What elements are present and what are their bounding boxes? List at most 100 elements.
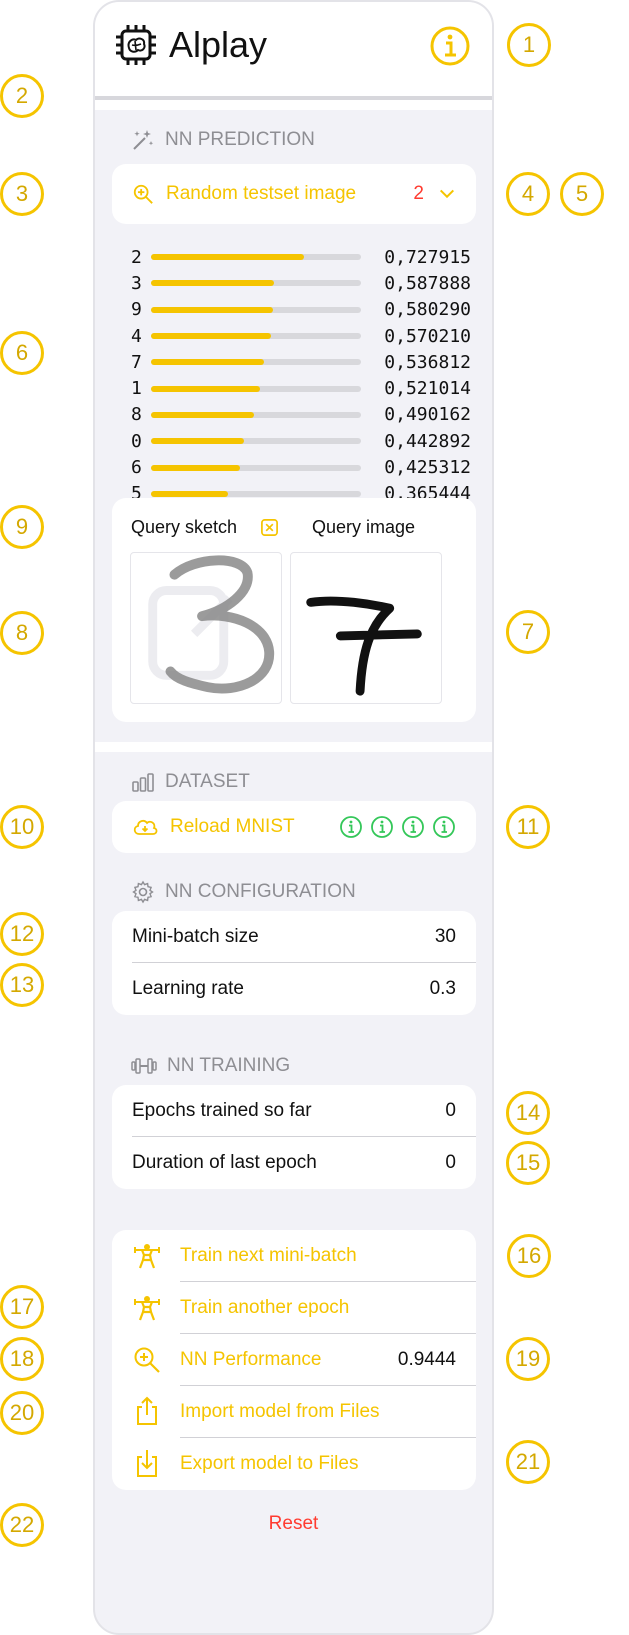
learning-rate-value: 0.3 [429, 978, 456, 999]
weightlifter-icon [134, 1296, 160, 1321]
reload-mnist-button[interactable]: Reload MNIST [112, 801, 476, 853]
learning-rate-row[interactable]: Learning rate 0.3 [112, 963, 476, 1015]
info-icon[interactable] [429, 25, 471, 67]
prediction-bar [151, 254, 361, 261]
info-icon[interactable] [339, 815, 363, 839]
duration-value: 0 [445, 1152, 456, 1173]
callout-13: 13 [0, 963, 44, 1007]
chevron-down-icon[interactable] [438, 185, 456, 203]
prediction-digit: 3 [131, 272, 142, 294]
random-testset-label[interactable]: Random testset image [166, 183, 356, 205]
prediction-row: 3 0,587888 [131, 270, 471, 296]
prediction-score: 0,570210 [384, 325, 471, 347]
prediction-bar [151, 490, 361, 497]
callout-9: 9 [0, 505, 44, 549]
testset-image-selector[interactable]: Random testset image 2 [112, 164, 476, 224]
train-epoch-button[interactable]: Train another epoch [112, 1282, 476, 1334]
callout-22: 22 [0, 1503, 44, 1547]
prediction-row: 8 0,490162 [131, 402, 471, 428]
clear-sketch-icon[interactable] [260, 518, 279, 537]
prediction-bar-fill [151, 438, 244, 445]
dumbbell-icon [131, 1058, 157, 1074]
prediction-digit: 0 [131, 430, 142, 452]
sketch-drawing [148, 555, 275, 694]
minibatch-size-label: Mini-batch size [132, 926, 259, 947]
bar-chart-icon [132, 773, 154, 792]
callout-7: 7 [506, 610, 550, 654]
chip-brain-icon [116, 25, 156, 65]
prediction-score: 0,442892 [384, 430, 471, 452]
configuration-card: Mini-batch size 30 Learning rate 0.3 [112, 911, 476, 1015]
prediction-bar-fill [151, 359, 264, 366]
section-header-training: NN TRAINING [131, 1053, 290, 1079]
nn-performance-button[interactable]: NN Performance 0.9444 [112, 1334, 476, 1386]
info-icon[interactable] [401, 815, 425, 839]
reset-button[interactable]: Reset [95, 1513, 492, 1535]
divider [95, 100, 492, 110]
training-card: Epochs trained so far 0 Duration of last… [112, 1085, 476, 1189]
prediction-bar [151, 306, 361, 313]
share-upload-icon [137, 1396, 157, 1425]
callout-18: 18 [0, 1337, 44, 1381]
query-image [290, 552, 442, 704]
nn-performance-value: 0.9444 [397, 1349, 456, 1370]
callout-1: 1 [507, 23, 551, 67]
gear-icon [132, 880, 154, 904]
section-header-configuration: NN CONFIGURATION [131, 879, 356, 905]
prediction-results: 2 0,727915 3 0,587888 9 0,580290 4 0,570210 7 0,5… [131, 244, 471, 507]
app-title: Alplay [169, 24, 268, 65]
prediction-digit: 9 [131, 299, 142, 321]
prediction-bar-fill [151, 385, 261, 392]
callout-4: 4 [506, 172, 550, 216]
callout-12: 12 [0, 912, 44, 956]
callout-21: 21 [506, 1440, 550, 1484]
callout-14: 14 [506, 1091, 550, 1135]
callout-11: 11 [506, 805, 550, 849]
export-model-button[interactable]: Export model to Files [112, 1438, 476, 1490]
query-sketch-canvas[interactable] [130, 552, 282, 704]
actions-card: Train next mini-batch Train another epoc… [112, 1230, 476, 1490]
callout-17: 17 [0, 1285, 44, 1329]
prediction-bar [151, 280, 361, 287]
prediction-score: 0,727915 [384, 246, 471, 268]
tray-download-icon [137, 1450, 157, 1477]
prediction-score: 0,587888 [384, 272, 471, 294]
prediction-row: 0 0,442892 [131, 428, 471, 454]
prediction-bar-fill [151, 464, 241, 471]
callout-19: 19 [506, 1337, 550, 1381]
reload-mnist-label: Reload MNIST [170, 816, 295, 837]
prediction-row: 7 0,536812 [131, 349, 471, 375]
info-icon[interactable] [370, 815, 394, 839]
prediction-bar [151, 333, 361, 340]
prediction-digit: 6 [131, 457, 142, 479]
sparkles-icon [133, 130, 154, 150]
epochs-label: Epochs trained so far [132, 1100, 312, 1121]
learning-rate-label: Learning rate [132, 978, 244, 999]
section-title: NN PREDICTION [165, 129, 315, 150]
prediction-bar-fill [151, 254, 304, 261]
minibatch-size-row[interactable]: Mini-batch size 30 [112, 911, 476, 963]
magnifier-plus-icon [133, 184, 153, 204]
duration-label: Duration of last epoch [132, 1152, 317, 1173]
callout-2: 2 [0, 74, 44, 118]
callout-15: 15 [506, 1141, 550, 1185]
duration-row: Duration of last epoch 0 [112, 1137, 476, 1189]
nn-performance-label: NN Performance [180, 1349, 322, 1370]
dataset-card: Reload MNIST [112, 801, 476, 853]
import-model-button[interactable]: Import model from Files [112, 1386, 476, 1438]
export-model-label: Export model to Files [180, 1453, 359, 1474]
digit-image [306, 596, 422, 696]
app-screen: Alplay NN PREDICTION Random testset imag… [93, 0, 494, 1635]
callout-10: 10 [0, 805, 44, 849]
prediction-row: 4 0,570210 [131, 323, 471, 349]
section-header-dataset: DATASET [131, 769, 250, 795]
query-image-label: Query image [312, 517, 416, 537]
prediction-digit: 4 [131, 325, 142, 347]
info-icon[interactable] [432, 815, 456, 839]
epochs-row: Epochs trained so far 0 [112, 1085, 476, 1137]
prediction-score: 0,521014 [384, 378, 471, 400]
query-card: Query sketch Query image [112, 498, 476, 722]
query-sketch-label: Query sketch [131, 517, 238, 537]
prediction-digit: 7 [131, 351, 142, 373]
train-minibatch-button[interactable]: Train next mini-batch [112, 1230, 476, 1282]
